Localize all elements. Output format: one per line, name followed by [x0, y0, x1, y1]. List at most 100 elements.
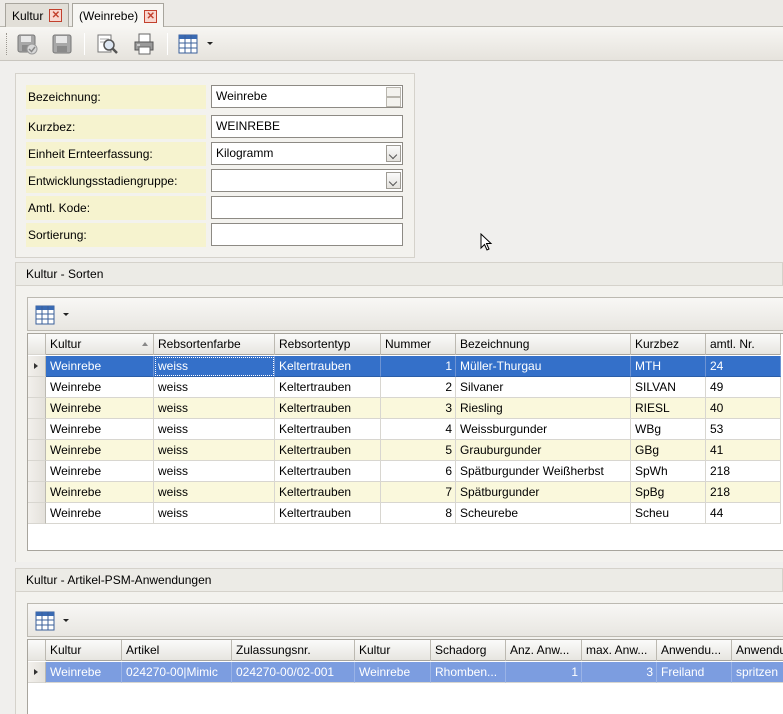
- row-selector[interactable]: [28, 419, 46, 440]
- column-header[interactable]: Kultur: [46, 640, 122, 661]
- table-row[interactable]: Weinrebe weiss Keltertrauben 6 Spätburgunder…: [28, 461, 781, 482]
- table-cell[interactable]: Keltertrauben: [275, 461, 381, 482]
- table-cell[interactable]: Weinrebe: [46, 503, 154, 524]
- chevron-down-icon[interactable]: [386, 172, 401, 189]
- table-cell[interactable]: weiss: [154, 377, 275, 398]
- table-cell[interactable]: Weinrebe: [355, 662, 431, 683]
- grid-icon[interactable]: [34, 304, 56, 326]
- table-row[interactable]: Weinrebe weiss Keltertrauben 5 Grauburgunder…: [28, 440, 781, 461]
- table-cell[interactable]: Keltertrauben: [275, 398, 381, 419]
- print-preview-button[interactable]: [94, 32, 120, 56]
- grid-corner[interactable]: [28, 334, 46, 355]
- column-header[interactable]: Anz. Anw...: [506, 640, 582, 661]
- chevron-down-icon[interactable]: [63, 313, 69, 316]
- close-icon[interactable]: ✕: [144, 9, 158, 23]
- row-selector[interactable]: [28, 482, 46, 503]
- grid-corner[interactable]: [28, 640, 46, 661]
- psm-section-header[interactable]: Kultur - Artikel-PSM-Anwendungen: [15, 568, 783, 592]
- table-cell[interactable]: GBg: [631, 440, 706, 461]
- column-header[interactable]: Nummer: [381, 334, 456, 355]
- save-close-button[interactable]: [14, 32, 40, 56]
- table-cell[interactable]: Weinrebe: [46, 662, 122, 683]
- sortierung-field[interactable]: [211, 223, 403, 246]
- table-cell[interactable]: Weinrebe: [46, 356, 154, 377]
- column-header[interactable]: amtl. Nr.: [706, 334, 781, 355]
- table-cell[interactable]: spritzen: [732, 662, 783, 683]
- table-cell[interactable]: weiss: [154, 461, 275, 482]
- table-cell[interactable]: Keltertrauben: [275, 419, 381, 440]
- spin-down-icon[interactable]: [386, 97, 401, 107]
- table-cell[interactable]: Silvaner: [456, 377, 631, 398]
- table-row[interactable]: Weinrebe 024270-00|Mimic 024270-00/02-001 W…: [28, 662, 783, 683]
- column-header[interactable]: Rebsortentyp: [275, 334, 381, 355]
- table-cell[interactable]: weiss: [154, 419, 275, 440]
- row-selector[interactable]: [28, 461, 46, 482]
- column-header[interactable]: Kultur: [355, 640, 431, 661]
- table-cell[interactable]: 44: [706, 503, 781, 524]
- tab-weinrebe[interactable]: (Weinrebe) ✕: [72, 3, 165, 28]
- table-cell[interactable]: 3: [582, 662, 657, 683]
- grid-layout-button[interactable]: [175, 32, 201, 56]
- table-cell[interactable]: Grauburgunder: [456, 440, 631, 461]
- spin-up-icon[interactable]: [386, 87, 401, 97]
- row-selector[interactable]: [28, 356, 46, 377]
- table-cell[interactable]: Spätburgunder Weißherbst: [456, 461, 631, 482]
- table-cell[interactable]: Keltertrauben: [275, 503, 381, 524]
- column-header[interactable]: max. Anw...: [582, 640, 657, 661]
- chevron-down-icon[interactable]: [63, 619, 69, 622]
- table-cell[interactable]: Weinrebe: [46, 419, 154, 440]
- table-cell[interactable]: Keltertrauben: [275, 377, 381, 398]
- chevron-down-icon[interactable]: [207, 42, 213, 45]
- table-cell[interactable]: Keltertrauben: [275, 482, 381, 503]
- table-cell[interactable]: Rhomben...: [431, 662, 506, 683]
- row-selector[interactable]: [28, 398, 46, 419]
- column-header[interactable]: Schadorg: [431, 640, 506, 661]
- table-cell[interactable]: weiss: [154, 482, 275, 503]
- column-header[interactable]: Anwendu...: [657, 640, 732, 661]
- einheit-select[interactable]: Kilogramm: [211, 142, 403, 165]
- table-cell[interactable]: SpWh: [631, 461, 706, 482]
- table-cell[interactable]: weiss: [154, 398, 275, 419]
- column-header[interactable]: Zulassungsnr.: [232, 640, 355, 661]
- table-cell[interactable]: 5: [381, 440, 456, 461]
- table-cell[interactable]: weiss: [154, 440, 275, 461]
- table-cell[interactable]: Weinrebe: [46, 440, 154, 461]
- row-selector[interactable]: [28, 440, 46, 461]
- table-cell[interactable]: 024270-00|Mimic: [122, 662, 232, 683]
- table-cell[interactable]: 49: [706, 377, 781, 398]
- row-selector[interactable]: [28, 377, 46, 398]
- table-cell[interactable]: weiss: [154, 503, 275, 524]
- grid-icon[interactable]: [34, 610, 56, 632]
- table-row[interactable]: Weinrebe weiss Keltertrauben 8 Scheurebe Sche…: [28, 503, 781, 524]
- table-cell[interactable]: 218: [706, 461, 781, 482]
- table-cell[interactable]: Weinrebe: [46, 461, 154, 482]
- table-cell[interactable]: Weinrebe: [46, 482, 154, 503]
- column-header[interactable]: Kultur: [46, 334, 154, 355]
- sorten-section-header[interactable]: Kultur - Sorten: [15, 262, 783, 286]
- table-row[interactable]: Weinrebe weiss Keltertrauben 3 Riesling RIESL…: [28, 398, 781, 419]
- table-cell[interactable]: SILVAN: [631, 377, 706, 398]
- row-selector[interactable]: [28, 662, 46, 683]
- table-row[interactable]: Weinrebe weiss Keltertrauben 7 Spätburgunder…: [28, 482, 781, 503]
- table-cell[interactable]: Keltertrauben: [275, 356, 381, 377]
- column-header[interactable]: Rebsortenfarbe: [154, 334, 275, 355]
- print-button[interactable]: [131, 32, 157, 56]
- tab-kultur[interactable]: Kultur ✕: [5, 3, 70, 27]
- table-cell[interactable]: Scheurebe: [456, 503, 631, 524]
- table-row[interactable]: Weinrebe weiss Keltertrauben 2 Silvaner SILVA…: [28, 377, 781, 398]
- table-cell[interactable]: 7: [381, 482, 456, 503]
- table-cell[interactable]: RIESL: [631, 398, 706, 419]
- table-cell[interactable]: 41: [706, 440, 781, 461]
- table-cell[interactable]: 218: [706, 482, 781, 503]
- table-cell[interactable]: 53: [706, 419, 781, 440]
- bezeichnung-field[interactable]: Weinrebe: [211, 85, 403, 108]
- table-cell[interactable]: 2: [381, 377, 456, 398]
- table-cell[interactable]: Riesling: [456, 398, 631, 419]
- entwicklungsstadiengruppe-select[interactable]: [211, 169, 403, 192]
- amtl-kode-field[interactable]: [211, 196, 403, 219]
- table-cell[interactable]: 40: [706, 398, 781, 419]
- column-header[interactable]: Anwendu: [732, 640, 783, 661]
- toolbar-grip[interactable]: [6, 33, 9, 55]
- table-cell[interactable]: Keltertrauben: [275, 440, 381, 461]
- kurzbez-field[interactable]: WEINREBE: [211, 115, 403, 138]
